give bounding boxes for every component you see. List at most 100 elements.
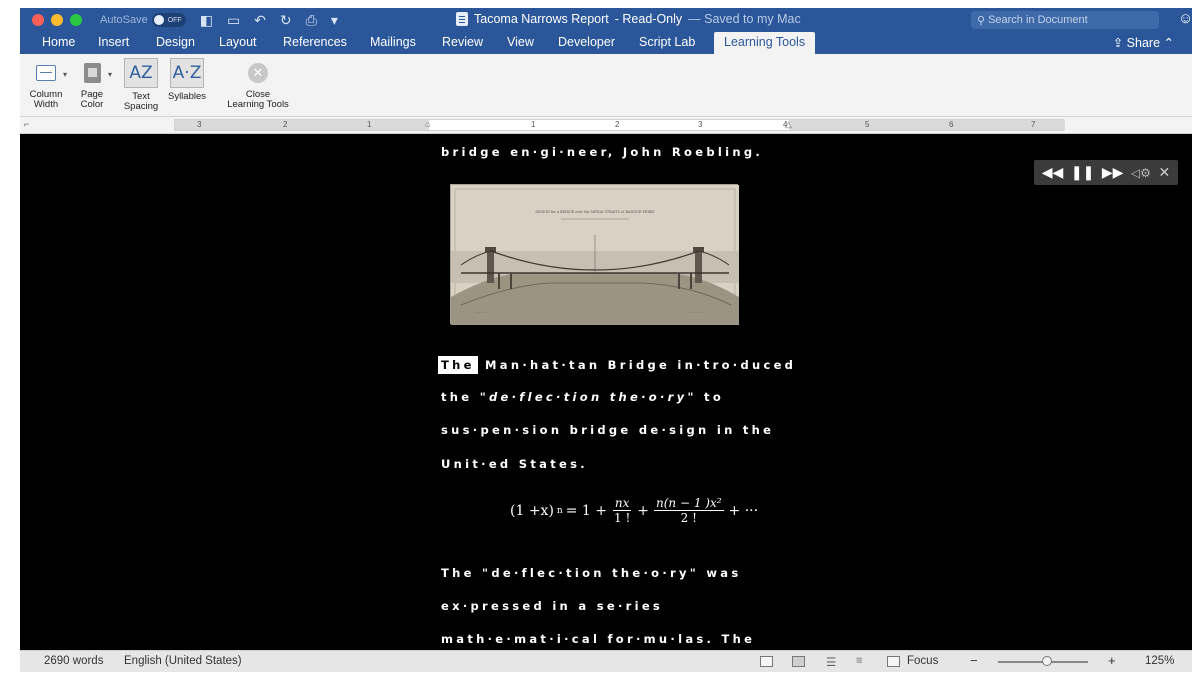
tab-learning-tools[interactable]: Learning Tools: [714, 32, 816, 54]
share-button[interactable]: ⇪ Share ⌃: [1113, 35, 1174, 50]
undo-icon[interactable]: ↶: [254, 12, 266, 29]
print-layout-view-icon[interactable]: [760, 656, 773, 667]
ruler-number: 2: [283, 120, 288, 129]
close-label-2: Learning Tools: [227, 99, 289, 110]
tab-references[interactable]: References: [283, 35, 347, 49]
autosave-label: AutoSave: [100, 14, 148, 26]
zoom-slider-thumb[interactable]: [1042, 656, 1052, 666]
svg-text:—————: —————: [689, 310, 704, 314]
text-span: " to: [687, 390, 725, 404]
bridge-drawing: DESIGN for a BRIDGE over the MENAI STRAI…: [451, 185, 739, 325]
column-width-button[interactable]: Column Width: [26, 60, 66, 110]
tab-script-lab[interactable]: Script Lab: [639, 35, 695, 49]
binomial-formula: (1 +x) n = 1 + nx 1 ! + n(n − 1 )x² 2 ! +…: [510, 496, 759, 525]
horizontal-ruler[interactable]: ⌐ 3 2 1 1 2 3 4 5 6 7 ⌂ △: [20, 117, 1192, 134]
text-line: The Man·hat·tan Bridge in·tro·duced: [438, 356, 797, 374]
search-placeholder: Search in Document: [988, 14, 1088, 26]
text-line: The "de·flec·tion the·o·ry" was: [441, 566, 742, 580]
tab-mailings[interactable]: Mailings: [370, 35, 416, 49]
share-label: Share: [1126, 36, 1161, 50]
text-line: ex·pressed in a se·ries: [441, 599, 664, 613]
voice-settings-icon[interactable]: ◁⚙: [1131, 166, 1151, 180]
tab-stop-selector-icon[interactable]: ⌐: [24, 119, 29, 129]
ribbon-tabs: Home Insert Design Layout References Mai…: [20, 32, 1192, 54]
focus-button[interactable]: Focus: [907, 655, 938, 667]
word-count[interactable]: 2690 words: [44, 655, 103, 667]
ruler-number: 1: [531, 120, 536, 129]
minimize-window-button[interactable]: [51, 14, 63, 26]
document-title: Tacoma Narrows Report - Read-Only — Save…: [456, 12, 801, 26]
save-icon[interactable]: ▭: [227, 12, 240, 29]
column-width-label-2: Width: [33, 99, 59, 110]
fraction-denominator: 1 !: [614, 511, 631, 525]
pause-icon[interactable]: ❚❚: [1071, 164, 1094, 181]
read-aloud-highlighted-word: The: [438, 356, 478, 374]
zoom-in-button[interactable]: +: [1108, 653, 1116, 668]
close-learning-tools-button[interactable]: ✕ Close Learning Tools: [220, 60, 296, 110]
left-indent-marker-icon[interactable]: ⌂: [425, 119, 430, 129]
tab-layout[interactable]: Layout: [219, 35, 257, 49]
syllables-button[interactable]: A·Z Syllables: [164, 58, 210, 102]
syllables-icon: A·Z: [170, 58, 204, 88]
ruler-number: 7: [1031, 120, 1036, 129]
focus-reading-view-icon[interactable]: [792, 656, 805, 667]
tab-design[interactable]: Design: [156, 35, 195, 49]
focus-mode-icon[interactable]: [887, 656, 900, 667]
share-icon: ⇪: [1112, 36, 1124, 50]
outline-view-icon[interactable]: ☰: [826, 655, 836, 669]
feedback-smiley-icon[interactable]: ☺: [1178, 10, 1193, 27]
ruler-number: 2: [615, 120, 620, 129]
zoom-out-button[interactable]: −: [970, 653, 978, 668]
close-window-button[interactable]: [32, 14, 44, 26]
autosave-toggle[interactable]: OFF: [151, 13, 186, 27]
zoom-level[interactable]: 125%: [1145, 655, 1174, 667]
print-icon[interactable]: ⎙: [306, 12, 317, 29]
formula-exponent: n: [556, 505, 563, 516]
tab-developer[interactable]: Developer: [558, 35, 615, 49]
tab-home[interactable]: Home: [42, 35, 75, 49]
text-span: Man·hat·tan Bridge in·tro·duced: [485, 358, 797, 372]
page-color-dropdown-icon[interactable]: ▾: [108, 70, 112, 79]
document-canvas[interactable]: bridge en·gi·neer, John Roebling. DESIGN…: [20, 134, 1192, 650]
ruler-number: 6: [949, 120, 954, 129]
formula-tail: + ···: [728, 502, 759, 519]
redo-icon[interactable]: ↻: [280, 12, 292, 29]
close-icon[interactable]: ✕: [1158, 164, 1170, 181]
rewind-icon[interactable]: ◀◀: [1042, 164, 1064, 181]
collapse-ribbon-icon[interactable]: ⌃: [1164, 36, 1174, 50]
draft-view-icon[interactable]: ≡: [856, 655, 863, 667]
read-aloud-toolbar: ◀◀ ❚❚ ▶▶ ◁⚙ ✕: [1034, 160, 1178, 185]
close-circle-icon: ✕: [248, 63, 268, 83]
right-indent-marker-icon[interactable]: △: [785, 119, 792, 130]
page-color-button[interactable]: Page Color: [74, 60, 110, 110]
zoom-window-button[interactable]: [70, 14, 82, 26]
autosave-control[interactable]: AutoSave OFF: [100, 13, 186, 27]
ruler-number: 5: [865, 120, 870, 129]
window-controls: [32, 14, 82, 26]
tab-view[interactable]: View: [507, 35, 534, 49]
text-line: bridge en·gi·neer, John Roebling.: [441, 145, 764, 159]
ruler-number: 1: [367, 120, 372, 129]
fast-forward-icon[interactable]: ▶▶: [1102, 164, 1124, 181]
text-spacing-label-2: Spacing: [123, 101, 159, 112]
sidebar-icon[interactable]: ◧: [200, 12, 213, 29]
text-spacing-button[interactable]: AZ Text Spacing: [120, 58, 162, 112]
column-width-dropdown-icon[interactable]: ▾: [63, 70, 67, 79]
ruler-number: 3: [197, 120, 202, 129]
tab-insert[interactable]: Insert: [98, 35, 129, 49]
column-width-icon: [36, 65, 56, 81]
ribbon: Column Width ▾ Page Color ▾ AZ Text Spac…: [20, 54, 1192, 117]
ruler-track: 3 2 1 1 2 3 4 5 6 7 ⌂ △: [174, 119, 1065, 131]
customize-toolbar-icon[interactable]: ▾: [331, 12, 338, 29]
text-line: the "de·flec·tion the·o·ry" to: [441, 390, 724, 404]
status-bar: 2690 words English (United States) ☰ ≡ F…: [20, 650, 1192, 672]
tab-review[interactable]: Review: [442, 35, 483, 49]
doc-name: Tacoma Narrows Report: [474, 12, 609, 26]
search-input[interactable]: ⚲ Search in Document: [971, 11, 1159, 29]
formula-equals: = 1 +: [565, 502, 607, 519]
bridge-illustration[interactable]: DESIGN for a BRIDGE over the MENAI STRAI…: [450, 184, 739, 325]
language-indicator[interactable]: English (United States): [124, 655, 242, 667]
ruler-number: 3: [698, 120, 703, 129]
fraction-numerator: nx: [612, 496, 632, 511]
fraction-2: n(n − 1 )x² 2 !: [654, 496, 724, 525]
